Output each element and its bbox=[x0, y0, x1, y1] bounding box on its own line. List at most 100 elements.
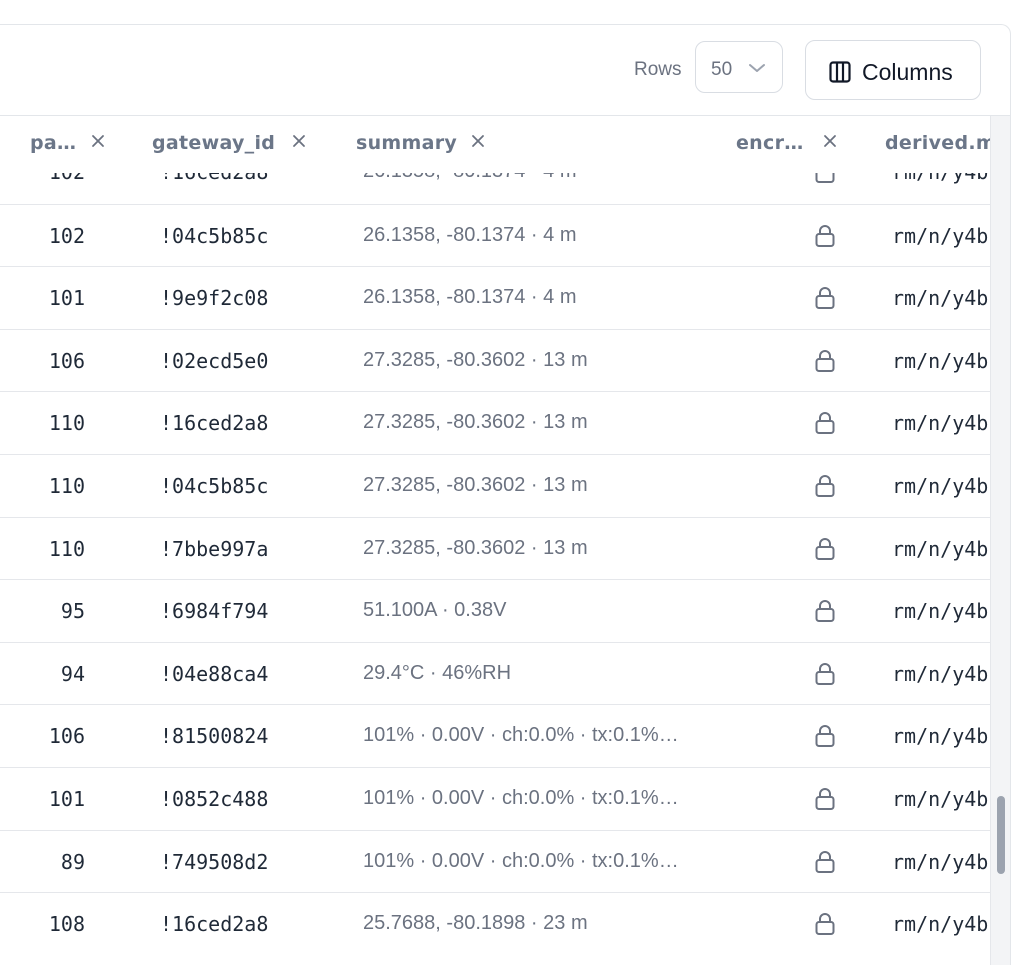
table-row[interactable]: 101 !0852c488 101% · 0.00V · ch:0.0% · tx:… bbox=[0, 767, 990, 830]
table-body: 102 !16ced2a8 26.1358, -80.1374 · 4 m rm/n/… bbox=[0, 173, 990, 965]
cell-summary: 29.4°C · 46%RH bbox=[363, 661, 512, 684]
data-table-panel: Rows 50 Columns pa… gateway_id summary e… bbox=[0, 24, 1011, 965]
table-row[interactable]: 108 !16ced2a8 25.7688, -80.1898 · 23 m rm/n… bbox=[0, 892, 990, 955]
lock-icon bbox=[813, 911, 837, 937]
cell-pa: 102 bbox=[49, 173, 85, 184]
lock-icon bbox=[813, 849, 837, 875]
rows-label: Rows bbox=[634, 59, 682, 80]
column-header-gateway-id[interactable]: gateway_id bbox=[152, 132, 275, 154]
cell-pa: 101 bbox=[48, 787, 85, 811]
lock-icon bbox=[813, 223, 837, 249]
cell-summary: 26.1358, -80.1374 · 4 m bbox=[363, 223, 577, 246]
table-row[interactable]: 110 !16ced2a8 27.3285, -80.3602 · 13 m rm/n… bbox=[0, 391, 990, 454]
chevron-down-icon bbox=[749, 64, 765, 72]
cell-derived: rm/n/y4b bbox=[892, 173, 988, 184]
cell-pa: 108 bbox=[48, 912, 85, 937]
lock-icon bbox=[813, 473, 837, 499]
table-row[interactable]: 101 !9e9f2c08 26.1358, -80.1374 · 4 m rm/n/… bbox=[0, 266, 990, 329]
cell-summary: 101% · 0.00V · ch:0.0% · tx:0.1%… bbox=[363, 724, 679, 747]
cell-derived: rm/n/y4b bbox=[892, 724, 989, 749]
column-header-derived[interactable]: derived.m bbox=[885, 132, 996, 154]
table-row[interactable]: 89 !749508d2 101% · 0.00V · ch:0.0% · tx:0… bbox=[0, 829, 990, 893]
cell-summary: 27.3285, -80.3602 · 13 m bbox=[363, 348, 588, 371]
cell-pa: 110 bbox=[48, 474, 85, 498]
cell-derived: rm/n/y4b bbox=[892, 348, 989, 373]
lock-icon bbox=[813, 536, 837, 562]
table-header: pa… gateway_id summary encr… derived.m bbox=[0, 116, 1010, 173]
table-row[interactable]: 102 !16ced2a8 26.1358, -80.1374 · 4 m rm/n/… bbox=[0, 173, 990, 203]
lock-icon bbox=[813, 598, 837, 624]
cell-gateway-id: !16ced2a8 bbox=[160, 173, 268, 184]
cell-pa: 110 bbox=[48, 411, 85, 436]
cell-derived: rm/n/y4b bbox=[892, 912, 989, 937]
cell-summary: 26.1358, -80.1374 · 4 m bbox=[363, 173, 576, 183]
lock-icon bbox=[813, 786, 837, 812]
cell-summary: 26.1358, -80.1374 · 4 m bbox=[363, 286, 577, 309]
cell-pa: 106 bbox=[48, 348, 85, 373]
table-row[interactable]: 95 !6984f794 51.100A · 0.38V rm/n/y4b bbox=[0, 579, 990, 642]
cell-gateway-id: !04c5b85c bbox=[160, 474, 269, 498]
table-row[interactable]: 110 !04c5b85c 27.3285, -80.3602 · 13 m rm/n… bbox=[0, 454, 990, 517]
cell-pa: 89 bbox=[60, 849, 85, 874]
cell-derived: rm/n/y4b bbox=[892, 223, 989, 248]
cell-derived: rm/n/y4b bbox=[892, 286, 989, 311]
cell-gateway-id: !9e9f2c08 bbox=[160, 286, 269, 311]
lock-icon bbox=[813, 661, 837, 687]
cell-gateway-id: !7bbe997a bbox=[160, 536, 269, 561]
columns-icon bbox=[829, 61, 851, 83]
cell-gateway-id: !16ced2a8 bbox=[160, 912, 269, 937]
cell-derived: rm/n/y4b bbox=[892, 536, 989, 561]
close-icon[interactable] bbox=[471, 134, 485, 148]
cell-summary: 51.100A · 0.38V bbox=[363, 599, 507, 622]
table-row[interactable]: 102 !04c5b85c 26.1358, -80.1374 · 4 m rm/n/… bbox=[0, 203, 990, 267]
column-header-encrypted[interactable]: encr… bbox=[736, 132, 804, 154]
cell-derived: rm/n/y4b bbox=[892, 411, 989, 436]
cell-derived: rm/n/y4b bbox=[892, 599, 989, 624]
scrollbar-thumb[interactable] bbox=[997, 796, 1005, 874]
columns-button-label: Columns bbox=[862, 59, 953, 85]
cell-pa: 110 bbox=[48, 536, 85, 561]
table-row[interactable]: 106 !81500824 101% · 0.00V · ch:0.0% · tx:… bbox=[0, 704, 990, 767]
cell-gateway-id: !6984f794 bbox=[160, 599, 269, 624]
cell-derived: rm/n/y4b bbox=[892, 474, 989, 498]
table-row[interactable]: 110 !7bbe997a 27.3285, -80.3602 · 13 m rm/n… bbox=[0, 516, 990, 580]
table-toolbar: Rows 50 Columns bbox=[0, 25, 1010, 116]
cell-summary: 27.3285, -80.3602 · 13 m bbox=[363, 536, 588, 559]
vertical-scrollbar[interactable] bbox=[990, 116, 1010, 965]
close-icon[interactable] bbox=[823, 134, 837, 148]
lock-icon bbox=[813, 173, 837, 185]
cell-pa: 102 bbox=[48, 223, 85, 248]
cell-pa: 95 bbox=[60, 599, 85, 624]
cell-pa: 94 bbox=[60, 661, 85, 686]
rows-per-page-select[interactable]: 50 bbox=[695, 41, 783, 93]
lock-icon bbox=[813, 348, 837, 374]
rows-per-page-value: 50 bbox=[711, 59, 733, 80]
lock-icon bbox=[813, 410, 837, 436]
cell-gateway-id: !04e88ca4 bbox=[160, 661, 269, 686]
cell-gateway-id: !04c5b85c bbox=[160, 223, 269, 248]
cell-summary: 25.7688, -80.1898 · 23 m bbox=[363, 912, 588, 935]
cell-gateway-id: !02ecd5e0 bbox=[160, 348, 269, 373]
lock-icon bbox=[813, 285, 837, 311]
cell-gateway-id: !749508d2 bbox=[160, 849, 269, 874]
cell-summary: 101% · 0.00V · ch:0.0% · tx:0.1%… bbox=[363, 849, 679, 872]
close-icon[interactable] bbox=[91, 134, 105, 148]
table-row[interactable]: 106 !02ecd5e0 27.3285, -80.3602 · 13 m rm/n… bbox=[0, 328, 990, 392]
cell-derived: rm/n/y4b bbox=[892, 661, 989, 686]
cell-pa: 101 bbox=[48, 286, 85, 311]
lock-icon bbox=[813, 723, 837, 749]
cell-derived: rm/n/y4b bbox=[892, 849, 989, 874]
cell-gateway-id: !16ced2a8 bbox=[160, 411, 269, 436]
close-icon[interactable] bbox=[292, 134, 306, 148]
table-row[interactable]: 94 !04e88ca4 29.4°C · 46%RH rm/n/y4b bbox=[0, 641, 990, 705]
cell-gateway-id: !81500824 bbox=[160, 724, 269, 749]
cell-derived: rm/n/y4b bbox=[892, 787, 989, 811]
cell-gateway-id: !0852c488 bbox=[160, 787, 269, 811]
cell-summary: 27.3285, -80.3602 · 13 m bbox=[363, 474, 588, 496]
column-header-summary[interactable]: summary bbox=[356, 132, 457, 154]
cell-summary: 27.3285, -80.3602 · 13 m bbox=[363, 411, 588, 434]
cell-pa: 106 bbox=[48, 724, 85, 749]
column-header-pa[interactable]: pa… bbox=[30, 132, 76, 154]
cell-summary: 101% · 0.00V · ch:0.0% · tx:0.1%… bbox=[363, 787, 679, 809]
columns-button[interactable]: Columns bbox=[805, 40, 981, 100]
